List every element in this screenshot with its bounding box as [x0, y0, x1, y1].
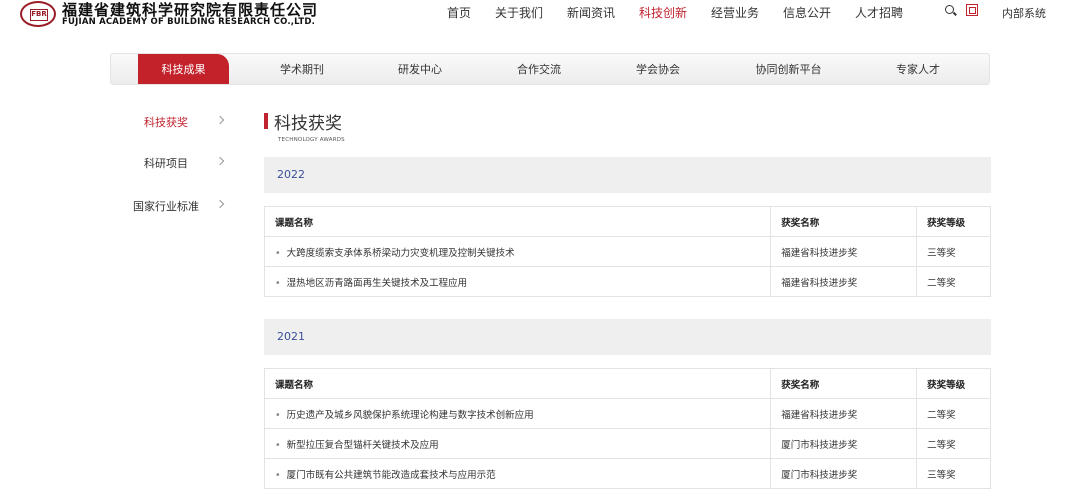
- nav-innovation[interactable]: 科技创新: [639, 4, 687, 20]
- chevron-right-icon: [215, 115, 225, 125]
- nav-recruitment[interactable]: 人才招聘: [855, 4, 903, 20]
- table-row[interactable]: 历史遗产及城乡风貌保护系统理论构建与数字技术创新应用 福建省科技进步奖 二等奖: [263, 398, 991, 429]
- logo-mark-text: FBR: [30, 9, 48, 21]
- sidebar-item-label: 科技获奖: [144, 116, 188, 129]
- nav-business[interactable]: 经营业务: [711, 4, 759, 20]
- award-topic: 新型拉压复合型锚杆关键技术及应用: [263, 428, 772, 459]
- column-header-level: 获奖等级: [916, 368, 991, 399]
- tab-achievements[interactable]: 科技成果: [138, 54, 229, 84]
- column-header-topic: 课题名称: [263, 206, 772, 237]
- award-name: 福建省科技进步奖: [770, 236, 918, 267]
- company-logo-icon[interactable]: FBR: [20, 1, 56, 27]
- column-header-level: 获奖等级: [916, 206, 991, 237]
- award-topic: 厦门市既有公共建筑节能改造成套技术与应用示范: [263, 458, 772, 489]
- page-title: 科技获奖: [274, 114, 342, 134]
- award-name: 福建省科技进步奖: [770, 398, 918, 429]
- awards-table: 课题名称 获奖名称 获奖等级 历史遗产及城乡风貌保护系统理论构建与数字技术创新应…: [263, 368, 991, 489]
- year-header: 2022: [264, 157, 991, 193]
- table-row[interactable]: 湿热地区沥青路面再生关键技术及工程应用 福建省科技进步奖 二等奖: [263, 266, 991, 297]
- tab-journals[interactable]: 学术期刊: [261, 54, 343, 84]
- table-row[interactable]: 新型拉压复合型锚杆关键技术及应用 厦门市科技进步奖 二等奖: [263, 428, 991, 459]
- column-header-award: 获奖名称: [770, 368, 918, 399]
- award-name: 厦门市科技进步奖: [770, 428, 918, 459]
- nav-disclosure[interactable]: 信息公开: [783, 4, 831, 20]
- internal-system-link[interactable]: 内部系统: [1002, 5, 1046, 21]
- awards-table: 课题名称 获奖名称 获奖等级 大跨度缆索支承体系桥梁动力灾变机理及控制关键技术 …: [263, 206, 991, 297]
- award-level: 二等奖: [916, 398, 991, 429]
- search-icon[interactable]: [945, 5, 954, 14]
- tab-experts[interactable]: 专家人才: [877, 54, 959, 84]
- chevron-right-icon: [215, 199, 225, 209]
- award-level: 三等奖: [916, 458, 991, 489]
- sidebar-item-standards[interactable]: 国家行业标准: [128, 195, 228, 215]
- year-label: 2021: [277, 330, 305, 343]
- year-label: 2022: [277, 168, 305, 181]
- title-accent-bar: [264, 113, 268, 129]
- award-level: 二等奖: [916, 266, 991, 297]
- table-row[interactable]: 大跨度缆索支承体系桥梁动力灾变机理及控制关键技术 福建省科技进步奖 三等奖: [263, 236, 991, 267]
- award-level: 二等奖: [916, 428, 991, 459]
- sidebar-item-awards[interactable]: 科技获奖: [128, 111, 228, 131]
- award-name: 福建省科技进步奖: [770, 266, 918, 297]
- nav-about[interactable]: 关于我们: [495, 4, 543, 20]
- sidebar-item-label: 科研项目: [144, 157, 188, 170]
- sidebar-item-research-projects[interactable]: 科研项目: [128, 152, 228, 172]
- language-icon[interactable]: [966, 4, 978, 16]
- column-header-topic: 课题名称: [263, 368, 772, 399]
- award-topic: 历史遗产及城乡风貌保护系统理论构建与数字技术创新应用: [263, 398, 772, 429]
- award-name: 厦门市科技进步奖: [770, 458, 918, 489]
- nav-news[interactable]: 新闻资讯: [567, 4, 615, 20]
- company-name-en[interactable]: FUJIAN ACADEMY OF BUILDING RESEARCH CO.,…: [62, 17, 315, 27]
- site-header: FBR 福建省建筑科学研究院有限责任公司 FUJIAN ACADEMY OF B…: [0, 0, 1077, 40]
- year-header: 2021: [264, 319, 991, 355]
- award-topic: 湿热地区沥青路面再生关键技术及工程应用: [263, 266, 772, 297]
- award-level: 三等奖: [916, 236, 991, 267]
- sidebar-item-label: 国家行业标准: [133, 200, 199, 213]
- sub-navigation: 科技成果 学术期刊 研发中心 合作交流 学会协会 协同创新平台 专家人才: [110, 53, 990, 85]
- tab-innovation-platform[interactable]: 协同创新平台: [741, 54, 836, 84]
- tab-associations[interactable]: 学会协会: [617, 54, 699, 84]
- page-subtitle: TECHNOLOGY AWARDS: [278, 137, 345, 143]
- tab-cooperation[interactable]: 合作交流: [498, 54, 580, 84]
- table-header-row: 课题名称 获奖名称 获奖等级: [263, 206, 991, 237]
- column-header-award: 获奖名称: [770, 206, 918, 237]
- chevron-right-icon: [215, 156, 225, 166]
- tab-rd-center[interactable]: 研发中心: [379, 54, 461, 84]
- table-row[interactable]: 厦门市既有公共建筑节能改造成套技术与应用示范 厦门市科技进步奖 三等奖: [263, 458, 991, 489]
- award-topic: 大跨度缆索支承体系桥梁动力灾变机理及控制关键技术: [263, 236, 772, 267]
- nav-home[interactable]: 首页: [447, 4, 471, 20]
- table-header-row: 课题名称 获奖名称 获奖等级: [263, 368, 991, 399]
